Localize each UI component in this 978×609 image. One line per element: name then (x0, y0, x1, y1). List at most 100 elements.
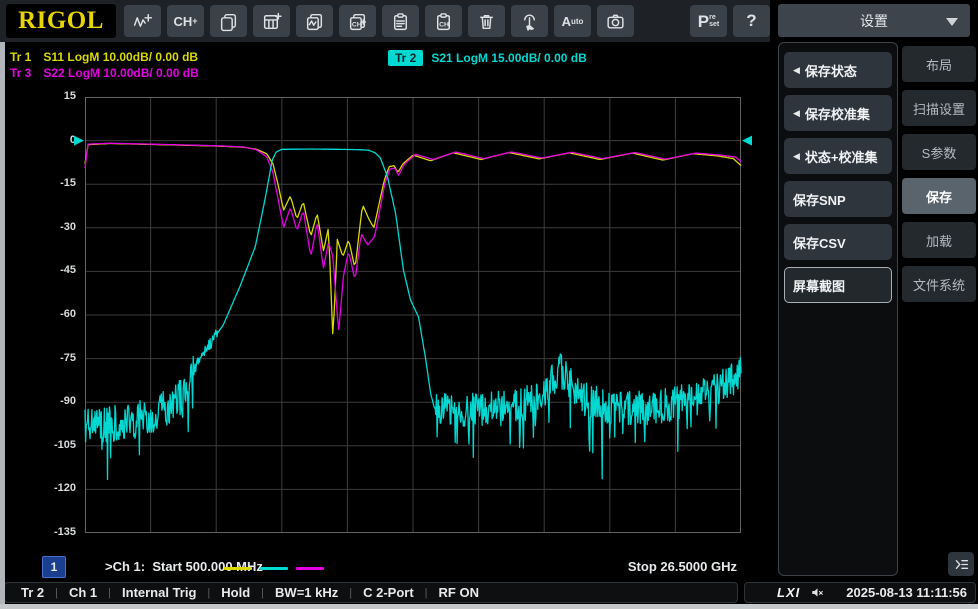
status-item-6: C 2-Port (363, 585, 414, 600)
preset-button[interactable]: Pre set (690, 5, 727, 37)
tab-6[interactable]: 文件系统 (902, 266, 976, 302)
status-items: Tr 2 | Ch 1 | Internal Trig | Hold | BW=1 kHz | C … (4, 582, 738, 603)
save-menu-column: ◀ 保存状态 ◀ 保存校准集 ◀ 状态+校准集 保存SNP 保存CSV 屏幕截图 (778, 42, 898, 576)
auto-scale-button[interactable]: Auto (554, 5, 591, 37)
measurement-display: Tr 1 S11 LogM 10.00dB/ 0.00 dB Tr 3 S22 … (0, 42, 770, 582)
panel-title: 设置 (860, 12, 888, 29)
y-tick-label: -120 (53, 482, 76, 495)
touch-icon (524, 14, 535, 31)
camera-icon (607, 14, 624, 29)
trace-label-tr3[interactable]: Tr 3 S22 LogM 10.00dB/ 0.00 dB (10, 66, 199, 80)
legend-swatch-1 (224, 567, 252, 570)
window-layout-button[interactable] (210, 5, 247, 37)
tab-5[interactable]: 加载 (902, 222, 976, 258)
status-bar: Tr 2 | Ch 1 | Internal Trig | Hold | BW=1 kHz | C … (0, 582, 978, 604)
lxi-logo: LXI (777, 585, 801, 600)
hide-menu-button[interactable] (948, 552, 974, 576)
window-stack-icon (220, 13, 237, 31)
rigol-logo: RIGOL (6, 4, 116, 38)
stop-frequency: Stop 26.5000 GHz (627, 559, 737, 574)
y-tick-label: -15 (60, 177, 76, 190)
status-right: LXI 2025-08-13 11:11:56 (744, 582, 976, 603)
top-toolbar: RIGOL CH + CH CH Auto Pre set? (0, 0, 770, 42)
status-item-1: Tr 2 (21, 585, 45, 600)
toolbar-buttons: CH + CH CH Auto Pre set? (124, 5, 770, 37)
y-tick-label: 0 (69, 133, 76, 146)
status-item-4: Hold (221, 585, 251, 600)
hide-menu-icon (955, 559, 968, 569)
paste-trace-icon (393, 12, 408, 30)
trace-legend-swatches (224, 567, 324, 570)
brand-text: RIGOL (18, 7, 104, 34)
y-tick-label: -135 (53, 526, 76, 538)
y-tick-label: -75 (60, 351, 76, 364)
paste-trace-button[interactable] (382, 5, 419, 37)
ref-marker-left[interactable] (74, 135, 84, 146)
add-trace-button[interactable] (124, 5, 161, 37)
tab-2[interactable]: 扫描设置 (902, 90, 976, 126)
add-table-button[interactable] (253, 5, 290, 37)
y-tick-label: -30 (60, 220, 76, 233)
menu-item-3[interactable]: ◀ 状态+校准集 (784, 138, 892, 174)
tr2-active-badge[interactable]: Tr 2 (388, 50, 424, 66)
tr3-detail: S22 LogM 10.00dB/ 0.00 dB (43, 66, 199, 80)
menu-item-4[interactable]: 保存SNP (784, 181, 892, 217)
submenu-arrow-icon: ◀ (793, 107, 800, 118)
clock: 2025-08-13 11:11:56 (846, 585, 967, 600)
status-item-7: RF ON (438, 585, 479, 600)
y-tick-label: 15 (63, 90, 76, 102)
dropdown-icon (946, 18, 958, 26)
legend-swatch-2 (260, 567, 288, 570)
screen-edge-left (0, 42, 5, 609)
tab-1[interactable]: 布局 (902, 46, 976, 82)
mute-icon[interactable] (810, 585, 825, 600)
touch-button[interactable] (511, 5, 548, 37)
ref-marker-right[interactable] (742, 135, 752, 146)
menu-item-2[interactable]: ◀ 保存校准集 (784, 95, 892, 131)
tr3-id: Tr 3 (10, 66, 32, 80)
menu-item-1[interactable]: ◀ 保存状态 (784, 52, 892, 88)
help-button[interactable]: ? (733, 5, 770, 37)
menu-item-5[interactable]: 保存CSV (784, 224, 892, 260)
y-tick-label: -105 (53, 438, 76, 451)
settings-panel: 设置 ◀ 保存状态 ◀ 保存校准集 ◀ 状态+校准集 保存SNP 保存CSV 屏幕截图 布局扫描… (772, 0, 978, 580)
y-tick-label: -60 (60, 308, 76, 320)
add-trace-icon (133, 13, 153, 27)
tr1-id: Tr 1 (10, 50, 32, 64)
y-tick-label: -90 (60, 395, 76, 408)
paste-channel-icon: CH (436, 12, 451, 30)
status-item-5: BW=1 kHz (275, 585, 339, 600)
status-item-3: Internal Trig (122, 585, 197, 600)
svg-text:CH: CH (352, 21, 362, 28)
panel-tabs-column: 布局扫描设置 S参数保存加载文件系统 (902, 46, 976, 302)
panel-title-dropdown[interactable]: 设置 (778, 4, 970, 37)
copy-trace-button[interactable] (296, 5, 333, 37)
legend-swatch-3 (296, 567, 324, 570)
svg-text:CH: CH (439, 21, 449, 28)
screenshot-button[interactable] (597, 5, 634, 37)
trace-label-tr1[interactable]: Tr 1 S11 LogM 10.00dB/ 0.00 dB (10, 50, 198, 64)
add-channel-button[interactable]: CH + (167, 5, 204, 37)
copy-channel-button[interactable]: CH (339, 5, 376, 37)
add-table-icon (263, 12, 282, 29)
submenu-arrow-icon: ◀ (793, 64, 800, 75)
paste-channel-button[interactable]: CH (425, 5, 462, 37)
menu-item-6[interactable]: 屏幕截图 (784, 267, 892, 303)
tab-4[interactable]: 保存 (902, 178, 976, 214)
y-tick-label: -45 (60, 264, 76, 277)
vna-screen: { "app": { "brand": "RIGOL" }, "toolbar"… (0, 0, 978, 609)
plot-area[interactable] (74, 97, 752, 533)
copy-channel-icon: CH (349, 13, 367, 30)
trace-label-tr2[interactable]: Tr 2 S21 LogM 15.00dB/ 0.00 dB (388, 50, 587, 66)
channel-id: >Ch 1: (105, 559, 146, 574)
delete-button[interactable] (468, 5, 505, 37)
tr1-detail: S11 LogM 10.00dB/ 0.00 dB (43, 50, 199, 64)
copy-trace-icon (306, 13, 323, 30)
status-item-2: Ch 1 (68, 585, 98, 600)
submenu-arrow-icon: ◀ (793, 150, 800, 161)
screen-edge-bottom (0, 604, 978, 609)
channel-number-badge[interactable]: 1 (42, 556, 66, 578)
tr2-detail: S21 LogM 15.00dB/ 0.00 dB (431, 51, 587, 65)
tab-3[interactable]: S参数 (902, 134, 976, 170)
delete-icon (479, 14, 494, 29)
